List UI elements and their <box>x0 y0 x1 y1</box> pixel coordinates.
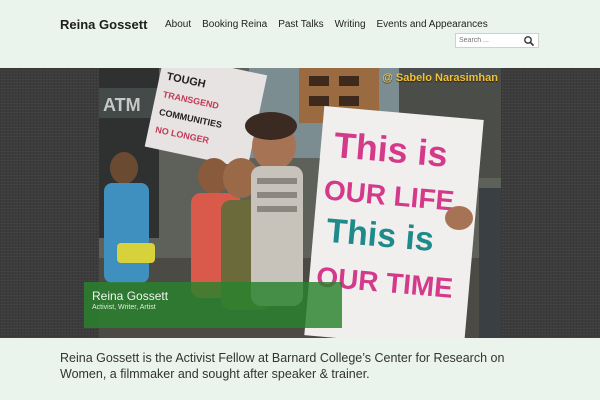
photo-credit: @ Sabelo Narasimhan <box>382 72 498 84</box>
search-box <box>455 33 539 48</box>
main-nav: About Booking Reina Past Talks Writing E… <box>165 19 488 30</box>
site-header: Reina Gossett About Booking Reina Past T… <box>0 0 600 68</box>
hero-caption: Reina Gossett Activist, Writer, Artist <box>84 282 342 328</box>
nav-booking-reina[interactable]: Booking Reina <box>202 19 267 30</box>
site-title[interactable]: Reina Gossett <box>60 17 147 32</box>
search-icon[interactable] <box>523 35 535 47</box>
nav-about[interactable]: About <box>165 19 191 30</box>
hero-banner: ATM TOUGH TRANSGEND COMMUNITIES NO LONGE… <box>0 68 600 338</box>
nav-writing[interactable]: Writing <box>335 19 366 30</box>
search-input[interactable] <box>459 34 521 47</box>
nav-events-and-appearances[interactable]: Events and Appearances <box>377 19 488 30</box>
caption-subtitle: Activist, Writer, Artist <box>92 304 156 311</box>
intro-text: Reina Gossett is the Activist Fellow at … <box>60 351 505 381</box>
storefront-sign: ATM <box>103 95 141 115</box>
caption-title: Reina Gossett <box>92 289 169 303</box>
nav-past-talks[interactable]: Past Talks <box>278 19 323 30</box>
